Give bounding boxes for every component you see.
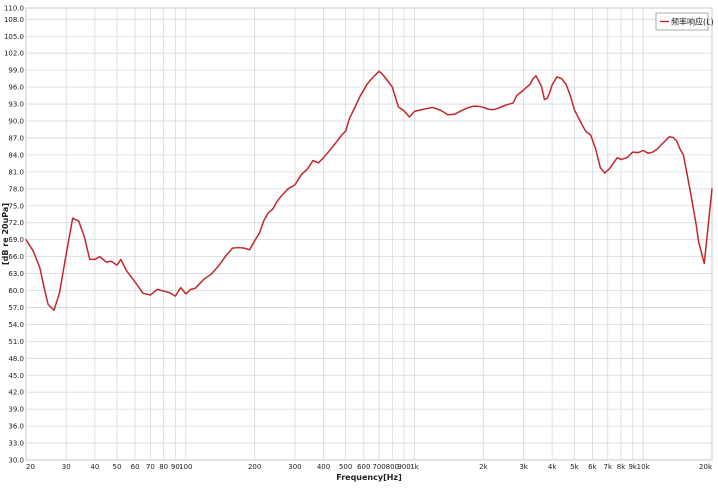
x-tick-label: 300 [288, 463, 301, 471]
y-tick-label: 42.0 [8, 389, 24, 397]
y-tick-label: 81.0 [8, 168, 24, 176]
y-tick-label: 75.0 [8, 202, 24, 210]
y-tick-label: 69.0 [8, 236, 24, 244]
y-tick-label: 78.0 [8, 185, 24, 193]
x-tick-label: 70 [146, 463, 155, 471]
y-axis-title: [dB re 20uPa] [1, 203, 10, 265]
y-tick-label: 66.0 [8, 253, 24, 261]
x-tick-label: 200 [248, 463, 261, 471]
y-tick-label: 48.0 [8, 355, 24, 363]
y-tick-label: 108.0 [4, 16, 24, 24]
x-tick-label: 20 [26, 463, 35, 471]
x-tick-label: 50 [113, 463, 122, 471]
y-tick-label: 93.0 [8, 101, 24, 109]
x-tick-label: 7k [603, 463, 612, 471]
x-tick-label: 10k [637, 463, 651, 471]
y-tick-label: 45.0 [8, 372, 24, 380]
y-tick-label: 33.0 [8, 440, 24, 448]
y-tick-label: 36.0 [8, 423, 24, 431]
legend: 频率响应(L) [655, 12, 714, 31]
y-tick-label: 96.0 [8, 84, 24, 92]
x-tick-label: 600 [357, 463, 370, 471]
y-tick-label: 90.0 [8, 118, 24, 126]
x-tick-label: 40 [90, 463, 99, 471]
x-tick-label: 80 [159, 463, 168, 471]
y-tick-label: 72.0 [8, 219, 24, 227]
legend-label: 频率响应(L) [671, 17, 714, 27]
y-tick-label: 99.0 [8, 67, 24, 75]
y-tick-label: 60.0 [8, 287, 24, 295]
x-tick-labels: 20 30 40 50 60 70 80 90 100 200 300 400 500 600 700 800… [26, 463, 713, 471]
y-tick-label: 87.0 [8, 134, 24, 142]
x-tick-label: 30 [62, 463, 71, 471]
y-tick-label: 63.0 [8, 270, 24, 278]
y-tick-label: 84.0 [8, 151, 24, 159]
y-tick-label: 51.0 [8, 338, 24, 346]
x-tick-label: 20k [699, 463, 713, 471]
y-tick-label: 105.0 [4, 33, 24, 41]
x-tick-label: 4k [548, 463, 557, 471]
y-tick-label: 102.0 [4, 50, 24, 58]
x-tick-label: 5k [570, 463, 579, 471]
x-tick-label: 500 [339, 463, 352, 471]
x-tick-label: 8k [617, 463, 626, 471]
y-tick-label: 54.0 [8, 321, 24, 329]
frequency-response-chart: 30.0 33.0 36.0 39.0 42.0 45.0 48.0 51.0 54.0 57.0… [0, 0, 718, 484]
x-tick-label: 2k [479, 463, 488, 471]
x-tick-label: 700 [372, 463, 385, 471]
x-tick-label: 400 [317, 463, 330, 471]
y-tick-label: 57.0 [8, 304, 24, 312]
x-axis-title: Frequency[Hz] [336, 473, 402, 482]
chart-svg: 30.0 33.0 36.0 39.0 42.0 45.0 48.0 51.0 54.0 57.0… [1, 5, 714, 483]
y-tick-label: 30.0 [8, 457, 24, 465]
x-tick-label: 1k [410, 463, 419, 471]
x-tick-label: 60 [131, 463, 140, 471]
x-tick-label: 3k [519, 463, 528, 471]
x-tick-label: 900 [397, 463, 410, 471]
x-tick-label: 6k [588, 463, 597, 471]
x-tick-label: 100 [179, 463, 192, 471]
y-tick-label: 39.0 [8, 406, 24, 414]
y-tick-label: 110.0 [4, 5, 24, 13]
